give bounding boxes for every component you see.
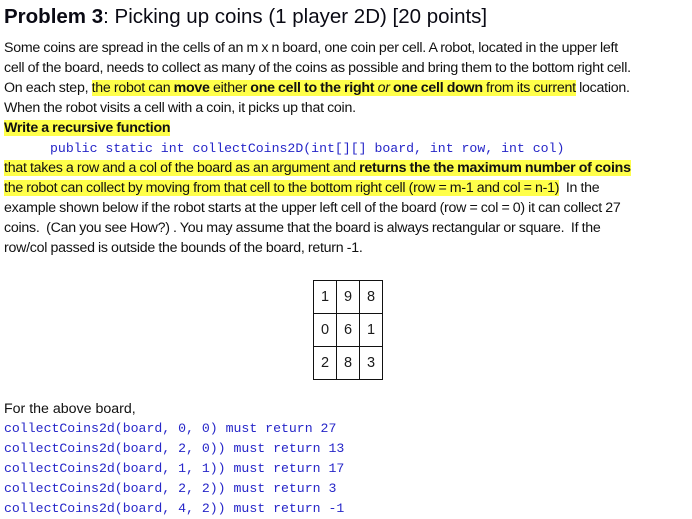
problem-description: Some coins are spread in the cells of an… [4, 38, 692, 258]
example-call: collectCoins2d(board, 1, 1)) must return… [4, 461, 345, 476]
board-cell: 8 [336, 346, 360, 380]
highlight-span: that takes a row and a col of the board … [4, 160, 631, 176]
board-cell: 0 [313, 313, 337, 347]
function-signature: public static int collectCoins2D(int[][]… [50, 141, 565, 156]
example-call: collectCoins2d(board, 2, 0)) must return… [4, 441, 345, 456]
board-row: 1 9 8 [313, 280, 383, 314]
example-call: collectCoins2d(board, 0, 0) must return … [4, 421, 337, 436]
text-span: the robot can [91, 80, 174, 96]
description-line: that takes a row and a col of the board … [4, 158, 692, 178]
problem-subtitle: : Picking up coins (1 player 2D) [20 poi… [103, 5, 488, 28]
board-row: 0 6 1 [313, 313, 383, 347]
bold-span: move [173, 80, 210, 96]
examples-intro: For the above board, [4, 401, 136, 417]
problem-title: Problem 3: Picking up coins (1 player 2D… [4, 4, 487, 30]
highlight-span: the robot can move either one cell to th… [91, 80, 576, 96]
board-cell: 6 [336, 313, 360, 347]
board-cell: 8 [359, 280, 383, 314]
highlight-span: the robot can collect by moving from tha… [4, 180, 560, 196]
text-span: either [209, 80, 251, 96]
task-heading: Write a recursive function [4, 120, 171, 136]
text-span: location. [575, 80, 630, 96]
board-row: 2 8 3 [313, 346, 383, 380]
examples-section: For the above board, collectCoins2d(boar… [4, 399, 344, 519]
description-line: cell of the board, needs to collect as m… [4, 60, 631, 76]
bold-span: one cell to the right [250, 80, 375, 96]
description-line: On each step, the robot can move either … [4, 78, 692, 98]
board-cell: 9 [336, 280, 360, 314]
board-cell: 1 [313, 280, 337, 314]
bold-span: one cell down [392, 80, 483, 96]
text-span: In the [559, 180, 600, 196]
text-span: from its current [482, 80, 576, 96]
description-line: the robot can collect by moving from tha… [4, 178, 692, 198]
description-line: Write a recursive function [4, 118, 692, 138]
example-call: collectCoins2d(board, 4, 2)) must return… [4, 501, 345, 516]
description-line: example shown below if the robot starts … [4, 200, 621, 216]
description-line: When the robot visits a cell with a coin… [4, 100, 356, 116]
coin-board: 1 9 8 0 6 1 2 8 3 [313, 280, 383, 380]
board-cell: 1 [359, 313, 383, 347]
function-signature-line: public static int collectCoins2D(int[][]… [4, 138, 692, 158]
board-cell: 2 [313, 346, 337, 380]
description-line: row/col passed is outside the bounds of … [4, 240, 363, 256]
problem-number: Problem 3 [4, 5, 104, 28]
text-span: that takes a row and a col of the board … [4, 160, 360, 176]
example-call: collectCoins2d(board, 2, 2)) must return… [4, 481, 337, 496]
italic-span: or [374, 80, 393, 96]
text-span: On each step, [4, 80, 92, 96]
bold-span: returns the the maximum number of coins [359, 160, 631, 176]
board-cell: 3 [359, 346, 383, 380]
description-line: coins. (Can you see How?) . You may assu… [4, 220, 601, 236]
description-line: Some coins are spread in the cells of an… [4, 40, 618, 56]
